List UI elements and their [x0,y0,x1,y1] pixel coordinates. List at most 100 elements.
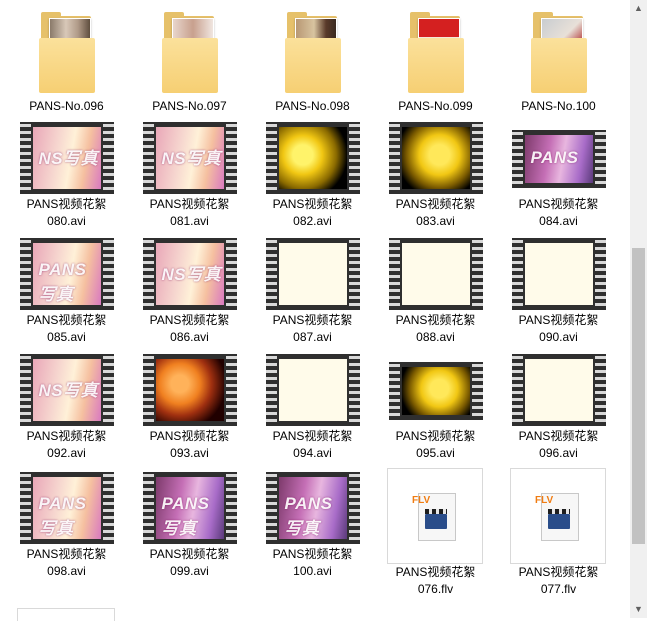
film-strip-icon [142,472,154,544]
file-name-label: PANS视频花絮 090.avi [518,313,599,344]
film-strip-icon [471,362,483,420]
file-name-label: PANS-No.097 [152,99,227,113]
film-strip-icon [102,472,114,544]
film-strip-icon [388,122,400,194]
file-name-label: PANS视频花絮 081.avi [149,197,230,228]
video-file-item[interactable]: PANS PANS视频花絮 084.avi [497,120,620,230]
film-strip-icon [348,238,360,310]
film-strip-icon [388,238,400,310]
film-strip-icon [388,362,400,420]
video-thumbnail [142,354,237,426]
scroll-thumb[interactable] [632,248,645,544]
folder-item[interactable]: PANS-No.099 [374,6,497,116]
video-thumbnail: NS写真 [19,122,114,194]
file-name-label: PANS-No.098 [275,99,350,113]
film-strip-icon [511,130,523,188]
thumbnail-watermark: NS写真 [38,149,99,169]
video-file-item[interactable]: PANS视频花絮 082.avi [251,120,374,230]
video-file-item[interactable]: PANS写真 PANS视频花絮 085.avi [5,236,128,346]
scroll-up-arrow-icon[interactable]: ▲ [630,0,647,17]
video-file-item[interactable]: NS写真 PANS视频花絮 080.avi [5,120,128,230]
film-strip-icon [511,238,523,310]
video-frame-image [401,367,470,415]
film-strip-icon [142,354,154,426]
film-strip-icon [348,122,360,194]
film-strip-icon [594,130,606,188]
video-file-item[interactable]: PANS视频花絮 090.avi [497,236,620,346]
folder-item[interactable]: PANS-No.096 [5,6,128,116]
file-name-label: PANS视频花絮 099.avi [149,547,230,578]
video-frame-image: PANS写真 [32,243,101,305]
file-name-label: PANS视频花絮 082.avi [272,197,353,228]
video-file-item[interactable]: NS写真 PANS视频花絮 092.avi [5,352,128,462]
folder-item[interactable]: PANS-No.100 [497,6,620,116]
vertical-scrollbar[interactable]: ▲ ▼ [630,0,647,618]
video-file-item[interactable]: PANS视频花絮 087.avi [251,236,374,346]
scroll-down-arrow-icon[interactable]: ▼ [630,601,647,618]
folder-item[interactable]: PANS-No.098 [251,6,374,116]
film-strip-icon [471,238,483,310]
film-strip-icon [142,238,154,310]
file-name-label: PANS视频花絮 092.avi [26,429,107,460]
file-name-label: PANS视频花絮 093.avi [149,429,230,460]
video-frame-image [278,359,347,421]
film-strip-icon [225,238,237,310]
video-frame-image: NS写真 [155,243,224,305]
file-name-label: PANS视频花絮 095.avi [395,429,476,460]
file-name-label: PANS视频花絮 080.avi [26,197,107,228]
video-file-item[interactable]: PANS写真 PANS视频花絮 099.avi [128,470,251,580]
video-file-item[interactable]: PANS视频花絮 095.avi [374,352,497,462]
video-thumbnail: NS写真 [142,122,237,194]
video-frame-image: PANS写真 [155,477,224,539]
video-file-item[interactable]: PANS写真 PANS视频花絮 098.avi [5,470,128,580]
film-strip-icon [19,472,31,544]
video-file-item[interactable]: PANS视频花絮 088.avi [374,236,497,346]
film-strip-icon [19,122,31,194]
flv-video-file-icon: FLV [535,493,581,541]
video-thumbnail [265,354,360,426]
video-frame-image [524,243,593,305]
video-frame-image [401,243,470,305]
video-frame-image [278,127,347,189]
thumbnail-watermark: PANS [530,148,579,168]
film-strip-icon [102,354,114,426]
partial-file-item[interactable] [17,608,115,621]
file-name-label: PANS视频花絮 094.avi [272,429,353,460]
folder-item[interactable]: PANS-No.097 [128,6,251,116]
file-name-label: PANS视频花絮 084.avi [518,197,599,228]
thumbnail-watermark: PANS写真 [38,260,87,305]
video-thumbnail [511,238,606,310]
video-thumbnail: PANS写真 [19,238,114,310]
flv-badge: FLV [535,495,554,506]
video-file-item[interactable]: PANS视频花絮 094.avi [251,352,374,462]
flv-file-item[interactable]: FLV PANS视频花絮 076.flv [374,468,497,596]
video-file-item[interactable]: PANS写真 PANS视频花絮 100.avi [251,470,374,580]
film-strip-icon [594,354,606,426]
film-strip-icon [348,354,360,426]
video-thumbnail [265,238,360,310]
thumbnail-watermark: PANS写真 [284,494,333,539]
flv-file-item[interactable]: FLV PANS视频花絮 077.flv [497,468,620,596]
film-strip-icon [225,354,237,426]
video-thumbnail [388,122,483,194]
film-strip-icon [225,122,237,194]
file-name-label: PANS视频花絮 088.avi [395,313,476,344]
film-strip-icon [265,472,277,544]
flv-file-tile: FLV [387,468,483,564]
file-name-label: PANS视频花絮 085.avi [26,313,107,344]
video-frame-image: PANS写真 [278,477,347,539]
video-file-item[interactable]: PANS视频花絮 093.avi [128,352,251,462]
video-thumbnail [388,238,483,310]
video-thumbnail: NS写真 [142,238,237,310]
film-strip-icon [265,354,277,426]
flv-badge: FLV [412,495,431,506]
video-file-item[interactable]: NS写真 PANS视频花絮 081.avi [128,120,251,230]
video-file-item[interactable]: NS写真 PANS视频花絮 086.avi [128,236,251,346]
file-name-label: PANS视频花絮 096.avi [518,429,599,460]
film-strip-icon [348,472,360,544]
video-file-item[interactable]: PANS视频花絮 083.avi [374,120,497,230]
thumbnail-watermark: NS写真 [161,149,222,169]
film-strip-icon [594,238,606,310]
video-frame-image [155,359,224,421]
video-file-item[interactable]: PANS视频花絮 096.avi [497,352,620,462]
